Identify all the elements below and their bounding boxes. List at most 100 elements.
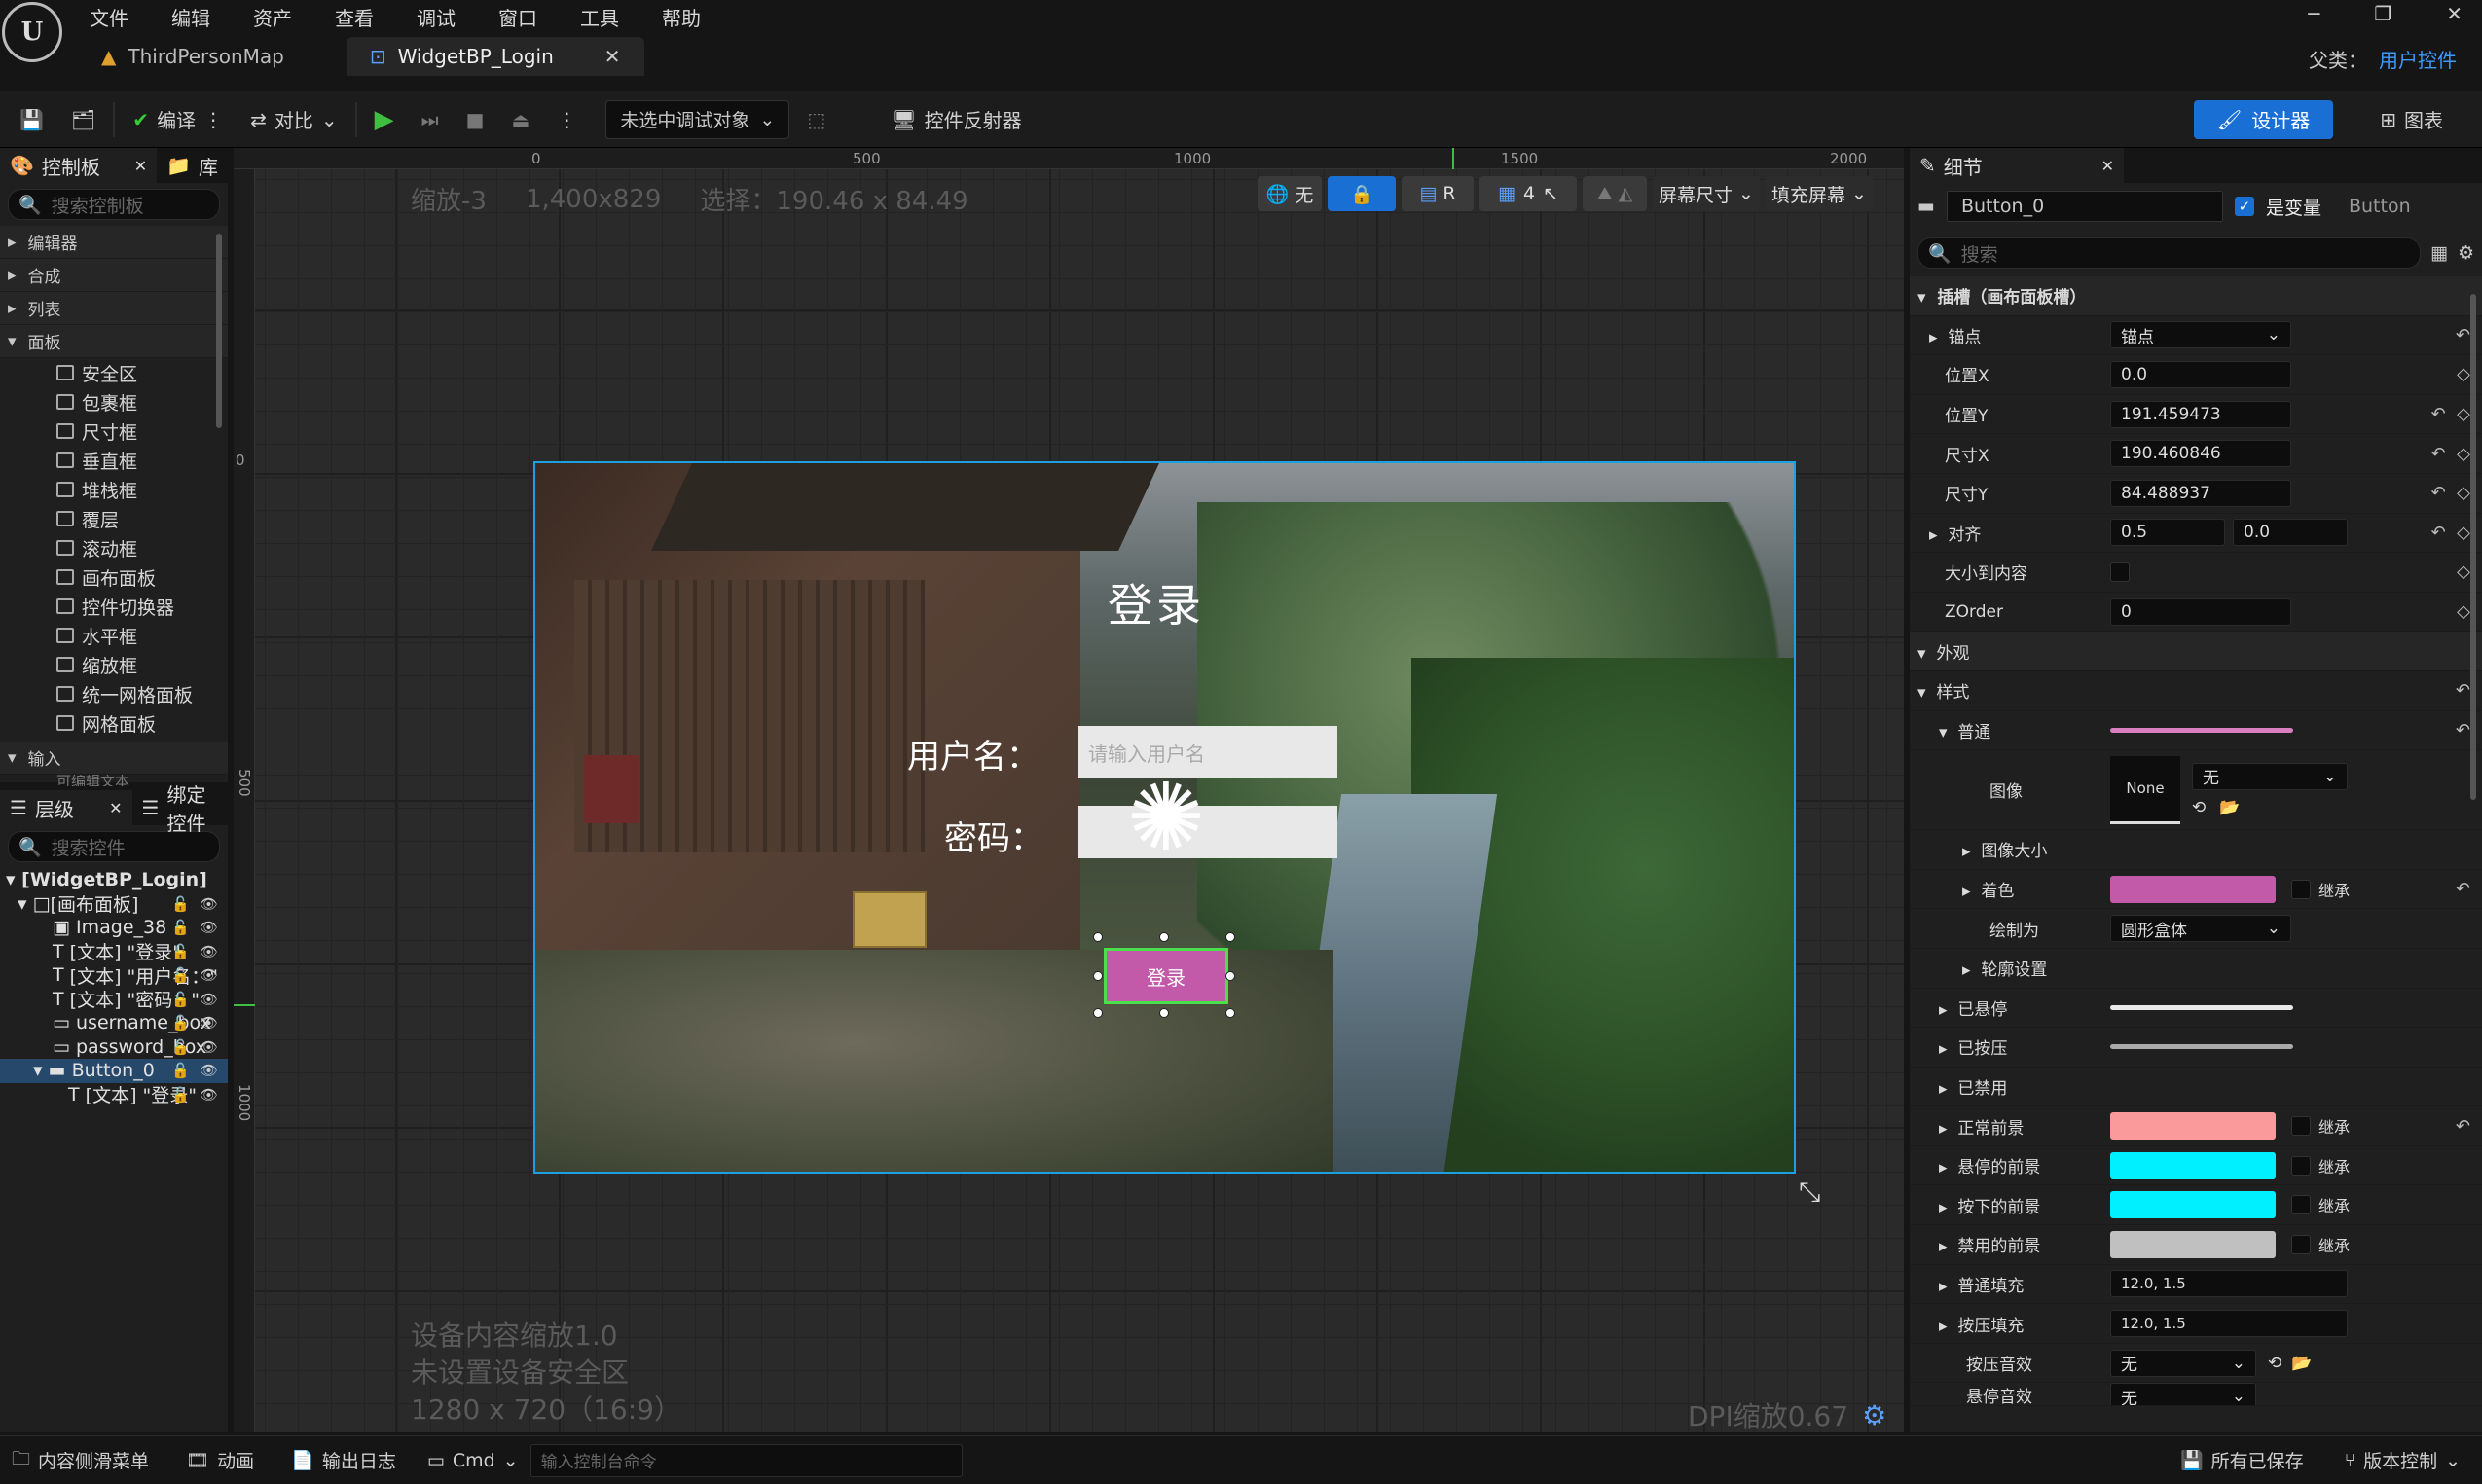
size-y-input[interactable]: 84.488937 xyxy=(2110,479,2291,507)
tree-row-button[interactable]: ▾ ▬ Button_0 🔓 👁 xyxy=(0,1059,228,1083)
source-control-button[interactable]: ⑂ 版本控制 ⌄ xyxy=(2333,1436,2472,1484)
category-panel[interactable]: ▾ 面板 xyxy=(0,325,228,358)
category-composite[interactable]: ▸ 合成 xyxy=(0,259,228,292)
zorder-input[interactable]: 0 xyxy=(2110,597,2291,626)
inherit-checkbox[interactable] xyxy=(2291,879,2311,899)
alignment-y-input[interactable]: 0.0 xyxy=(2233,519,2348,547)
resize-handle[interactable] xyxy=(1093,932,1103,942)
browse-icon[interactable]: 📂 xyxy=(2291,1354,2312,1373)
anchors-dropdown[interactable]: 锚点 ⌄ xyxy=(2110,321,2291,349)
gear-icon[interactable]: ⚙ xyxy=(1862,1399,1886,1431)
tab-bind-widgets[interactable]: ☰ 绑定控件 xyxy=(132,783,228,835)
size-x-input[interactable]: 190.460846 xyxy=(2110,440,2291,468)
reset-icon[interactable]: ↶ ◇ xyxy=(2431,483,2470,503)
size-to-content-checkbox[interactable] xyxy=(2110,561,2130,582)
menu-window[interactable]: 窗口 xyxy=(498,3,537,31)
lock-icon[interactable]: 🔓 xyxy=(171,991,190,1008)
keyframe-icon[interactable]: ◇ xyxy=(2457,601,2470,622)
is-variable-checkbox[interactable]: ✓ xyxy=(2234,197,2254,216)
palette-item-widget-switcher[interactable]: 控件切换器 xyxy=(0,592,228,621)
canvas-resize-icon[interactable]: ⤡ xyxy=(1799,1176,1820,1209)
eject-button[interactable]: ⏏ xyxy=(502,100,540,139)
tree-row-root[interactable]: ▾ [WidgetBP_Login] xyxy=(0,868,228,892)
tree-row-text-title[interactable]: T [文本] "登录" 🔓 👁 xyxy=(0,940,228,964)
normal-padding-input[interactable]: 12.0, 1.5 xyxy=(2110,1270,2348,1298)
cmd-select[interactable]: ▭ Cmd ⌄ xyxy=(416,1436,530,1484)
graph-mode-button[interactable]: ⊞ 图表 xyxy=(2370,100,2453,139)
reset-icon[interactable]: ↶ xyxy=(2456,325,2470,345)
tree-row-username-box[interactable]: ▭ username_box 🔓 👁 xyxy=(0,1011,228,1035)
position-x-input[interactable]: 0.0 xyxy=(2110,360,2291,388)
eye-icon[interactable]: 👁 xyxy=(200,991,218,1008)
reset-icon[interactable]: ↶ xyxy=(2456,1116,2470,1137)
preview-toggle[interactable]: ⛰ ◭ xyxy=(1583,176,1647,211)
normal-foreground-swatch[interactable] xyxy=(2110,1112,2276,1140)
menu-help[interactable]: 帮助 xyxy=(662,3,701,31)
category-list[interactable]: ▸ 列表 xyxy=(0,292,228,325)
table-view-icon[interactable]: ▦ xyxy=(2430,242,2448,264)
eye-icon[interactable]: 👁 xyxy=(200,919,218,936)
image-thumbnail[interactable]: None xyxy=(2110,755,2180,824)
palette-item-size-box[interactable]: 尺寸框 xyxy=(0,416,228,446)
hover-foreground-swatch[interactable] xyxy=(2110,1151,2276,1179)
palette-item-safe-zone[interactable]: 安全区 xyxy=(0,358,228,387)
settings-gear-icon[interactable]: ⚙ xyxy=(2458,242,2474,264)
tab-palette[interactable]: 🎨 控制板 ✕ xyxy=(0,148,158,183)
play-options-button[interactable]: ⋮ xyxy=(547,100,586,139)
diff-button[interactable]: ⇄ 对比 ⌄ xyxy=(240,100,347,139)
resize-handle[interactable] xyxy=(1093,971,1103,981)
menu-edit[interactable]: 编辑 xyxy=(171,3,210,31)
output-log-button[interactable]: 📄 输出日志 xyxy=(279,1436,408,1484)
tree-row-text-password[interactable]: T [文本] "密码：" 🔓 👁 xyxy=(0,988,228,1012)
lock-icon[interactable]: 🔓 xyxy=(171,1086,190,1104)
category-editor[interactable]: ▸ 编辑器 xyxy=(0,226,228,259)
save-all-button[interactable]: 💾 所有已保存 xyxy=(2169,1436,2316,1484)
palette-item-stack-box[interactable]: 堆栈框 xyxy=(0,475,228,504)
tint-color-swatch[interactable] xyxy=(2110,875,2276,903)
alignment-x-input[interactable]: 0.5 xyxy=(2110,519,2225,547)
eye-icon[interactable]: 👁 xyxy=(200,1062,218,1079)
login-button[interactable]: 登录 xyxy=(1104,948,1228,1004)
eye-icon[interactable]: 👁 xyxy=(200,1014,218,1032)
restore-icon[interactable]: ❐ xyxy=(2374,2,2391,25)
browse-button[interactable]: 🗂 xyxy=(61,100,105,139)
widget-reflector-button[interactable]: 🖥 控件反射器 xyxy=(882,100,1031,139)
debug-find-button[interactable]: ⬚ xyxy=(797,100,835,139)
resize-handle[interactable] xyxy=(1225,932,1235,942)
close-icon[interactable]: ✕ xyxy=(109,799,122,817)
resize-handle[interactable] xyxy=(1159,1008,1169,1018)
inherit-checkbox[interactable] xyxy=(2291,1116,2311,1137)
tree-row-image[interactable]: ▣ Image_38 🔓 👁 xyxy=(0,916,228,940)
reset-icon[interactable]: ↶ ◇ xyxy=(2431,523,2470,543)
use-selected-icon[interactable]: ⟲ xyxy=(2192,798,2206,817)
tree-row-canvas[interactable]: ▾ □ [画布面板] 🔓 👁 xyxy=(0,892,228,917)
palette-item-overlay[interactable]: 覆层 xyxy=(0,504,228,533)
tab-details[interactable]: ✎ 细节 ✕ xyxy=(1910,148,2124,183)
tab-hierarchy[interactable]: ☰ 层级 ✕ xyxy=(0,790,132,825)
tree-row-text-username[interactable]: T [文本] "用户名：" 🔓 👁 xyxy=(0,963,228,988)
inherit-checkbox[interactable] xyxy=(2291,1195,2311,1215)
palette-item-grid-panel[interactable]: 网格面板 xyxy=(0,708,228,738)
animation-button[interactable]: 🎞 动画 xyxy=(174,1436,266,1484)
palette-item-scale-box[interactable]: 缩放框 xyxy=(0,650,228,679)
tab-widgetbp-login[interactable]: ⊡ WidgetBP_Login ✕ xyxy=(346,37,644,76)
pressed-foreground-swatch[interactable] xyxy=(2110,1191,2276,1219)
tree-row-password-box[interactable]: ▭ password_box 🔓 👁 xyxy=(0,1035,228,1060)
press-sound-dropdown[interactable]: 无 ⌄ xyxy=(2110,1349,2256,1377)
category-input[interactable]: ▾ 输入 xyxy=(0,742,228,775)
console-input[interactable]: 输入控制台命令 xyxy=(529,1443,963,1477)
resize-handle[interactable] xyxy=(1093,1008,1103,1018)
position-y-input[interactable]: 191.459473 xyxy=(2110,400,2291,428)
menu-tools[interactable]: 工具 xyxy=(580,3,619,31)
reset-icon[interactable]: ↶ xyxy=(2456,879,2470,899)
section-appearance[interactable]: ▾ 外观 xyxy=(1910,632,2482,671)
keyframe-icon[interactable]: ◇ xyxy=(2457,561,2470,582)
close-icon[interactable]: ✕ xyxy=(2101,157,2114,175)
eye-icon[interactable]: 👁 xyxy=(200,966,218,984)
lock-icon[interactable]: 🔓 xyxy=(171,966,190,984)
resize-handle[interactable] xyxy=(1159,932,1169,942)
eye-icon[interactable]: 👁 xyxy=(200,1038,218,1056)
menu-view[interactable]: 查看 xyxy=(335,3,374,31)
close-icon[interactable]: ✕ xyxy=(134,157,147,175)
more-icon[interactable]: ⋮ xyxy=(203,108,223,131)
